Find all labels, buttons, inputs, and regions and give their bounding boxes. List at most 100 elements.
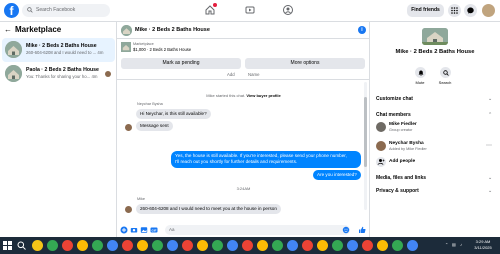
- chrome-app-icon[interactable]: [122, 240, 133, 251]
- name-link[interactable]: Name: [248, 72, 259, 77]
- more-icon[interactable]: ⋯: [486, 142, 492, 149]
- message-bubble-incoming: 260-604-6208 and I would need to meet yo…: [136, 204, 281, 214]
- member-row[interactable]: Mike Fiedler Group creator: [376, 121, 496, 135]
- listing-thumbnail[interactable]: [121, 25, 132, 36]
- mark-pending-button[interactable]: Mark as pending: [121, 58, 241, 69]
- plus-icon[interactable]: [120, 226, 128, 234]
- scrollbar[interactable]: [364, 82, 367, 210]
- timestamp: 3:24AM: [236, 186, 251, 191]
- chrome-app-icon[interactable]: [167, 240, 178, 251]
- chrome-app-icon[interactable]: [302, 240, 313, 251]
- media-files-toggle[interactable]: Media, files and links: [376, 175, 426, 181]
- chrome-app-icon[interactable]: [62, 240, 73, 251]
- view-buyer-profile-link[interactable]: View buyer profile: [246, 93, 280, 98]
- chrome-app-icon[interactable]: [272, 240, 283, 251]
- messenger-button[interactable]: [464, 4, 477, 17]
- chevron-down-icon[interactable]: ⌄: [488, 188, 492, 194]
- menu-button[interactable]: [448, 4, 461, 17]
- chrome-app-icon[interactable]: [242, 240, 253, 251]
- chat-panel: Mike · 2 Beds 2 Baths House i Marketplac…: [117, 22, 370, 237]
- back-arrow-icon[interactable]: ←: [4, 25, 12, 34]
- mute-button[interactable]: [415, 67, 426, 78]
- chrome-app-icon[interactable]: [317, 240, 328, 251]
- avatar: [376, 141, 386, 151]
- search-placeholder: Search Facebook: [36, 7, 76, 13]
- search-input[interactable]: Search Facebook: [22, 4, 110, 17]
- member-row[interactable]: Neychar Bysha Added by Mike Fiedler ⋯: [376, 140, 496, 154]
- chrome-app-icon[interactable]: [182, 240, 193, 251]
- windows-start-icon[interactable]: [3, 241, 12, 250]
- chevron-down-icon[interactable]: ⌄: [488, 96, 492, 102]
- scrollbar-thumb[interactable]: [364, 97, 367, 167]
- top-navigation-bar: f Search Facebook Find friends: [0, 0, 500, 22]
- conversation-item[interactable]: Paola · 2 Beds 2 Baths House You: Thanks…: [2, 62, 115, 86]
- message-input[interactable]: Aa: [165, 225, 350, 235]
- chrome-app-icon[interactable]: [152, 240, 163, 251]
- search-button[interactable]: [440, 67, 451, 78]
- chat-members-toggle[interactable]: Chat members: [376, 112, 411, 118]
- chrome-app-icon[interactable]: [47, 240, 58, 251]
- chrome-app-icon[interactable]: [287, 240, 298, 251]
- info-icon[interactable]: i: [358, 26, 366, 34]
- chrome-app-icon[interactable]: [377, 240, 388, 251]
- windows-taskbar: ⌃ ▤ ♪ 3:29 AM 3/11/2025: [0, 237, 500, 254]
- network-icon[interactable]: ▤: [452, 242, 456, 247]
- chrome-app-icon[interactable]: [92, 240, 103, 251]
- message-bubble-outgoing: Are you interested?: [313, 170, 361, 180]
- chrome-app-icon[interactable]: [107, 240, 118, 251]
- chrome-app-icon[interactable]: [332, 240, 343, 251]
- message-placeholder: Aa: [169, 227, 175, 232]
- add-person-icon: [376, 157, 386, 167]
- groups-icon[interactable]: [282, 4, 294, 16]
- chrome-app-icon[interactable]: [77, 240, 88, 251]
- message-composer: GIF Aa: [117, 224, 370, 237]
- chat-title[interactable]: Mike · 2 Beds 2 Baths House: [135, 27, 210, 33]
- listing-price[interactable]: $1,000 · 2 Beds 2 Baths House: [133, 47, 191, 52]
- system-clock[interactable]: 3:29 AM 3/11/2025: [472, 239, 494, 250]
- chrome-app-icon[interactable]: [347, 240, 358, 251]
- chevron-up-icon[interactable]: ⌃: [445, 242, 448, 247]
- avatar: [376, 122, 386, 132]
- clock-date: 3/11/2025: [474, 244, 492, 250]
- folder-app-icon[interactable]: [32, 240, 43, 251]
- home-icon[interactable]: [204, 3, 217, 16]
- search-icon[interactable]: [17, 241, 26, 250]
- bell-icon: [418, 70, 423, 76]
- listing-thumbnail[interactable]: [422, 28, 448, 45]
- member-name: Mike Fiedler: [389, 122, 417, 127]
- listing-thumbnail: [5, 65, 22, 82]
- video-icon[interactable]: [244, 4, 256, 16]
- more-options-button[interactable]: More options: [245, 58, 365, 69]
- customize-chat-toggle[interactable]: Customize chat: [376, 96, 413, 102]
- marketplace-sidebar: ← Marketplace Mike · 2 Beds 2 Baths House…: [0, 22, 117, 237]
- facebook-logo-icon[interactable]: f: [4, 3, 19, 18]
- chrome-app-icon[interactable]: [227, 240, 238, 251]
- thumbs-up-icon[interactable]: [358, 226, 366, 234]
- message-bubble-incoming: Message sent: [136, 121, 173, 131]
- chrome-app-icon[interactable]: [137, 240, 148, 251]
- chrome-app-icon[interactable]: [257, 240, 268, 251]
- emoji-icon[interactable]: [342, 226, 350, 234]
- listing-actions-row: Add Name: [117, 71, 370, 80]
- member-role: Group creator: [389, 128, 413, 132]
- chevron-down-icon[interactable]: ⌄: [488, 175, 492, 181]
- details-title: Mike · 2 Beds 2 Baths House: [395, 49, 475, 55]
- chrome-app-icon[interactable]: [407, 240, 418, 251]
- add-link[interactable]: Add: [227, 72, 235, 77]
- avatar[interactable]: [482, 4, 495, 17]
- gif-icon[interactable]: GIF: [150, 226, 158, 234]
- chrome-app-icon[interactable]: [197, 240, 208, 251]
- privacy-support-toggle[interactable]: Privacy & support: [376, 188, 419, 194]
- chrome-app-icon[interactable]: [392, 240, 403, 251]
- find-friends-button[interactable]: Find friends: [407, 4, 444, 17]
- chrome-app-icon[interactable]: [362, 240, 373, 251]
- volume-icon[interactable]: ♪: [460, 242, 462, 247]
- listing-thumbnail[interactable]: [121, 42, 131, 52]
- camera-icon[interactable]: [130, 226, 138, 234]
- chevron-up-icon[interactable]: ⌃: [488, 112, 492, 118]
- image-icon[interactable]: [140, 226, 148, 234]
- chrome-app-icon[interactable]: [212, 240, 223, 251]
- add-people-button[interactable]: Add people: [376, 156, 496, 170]
- conversation-item[interactable]: Mike · 2 Beds 2 Baths House 260-604-6208…: [2, 38, 115, 62]
- message-text: I'll reach out you shortly for further d…: [175, 159, 298, 164]
